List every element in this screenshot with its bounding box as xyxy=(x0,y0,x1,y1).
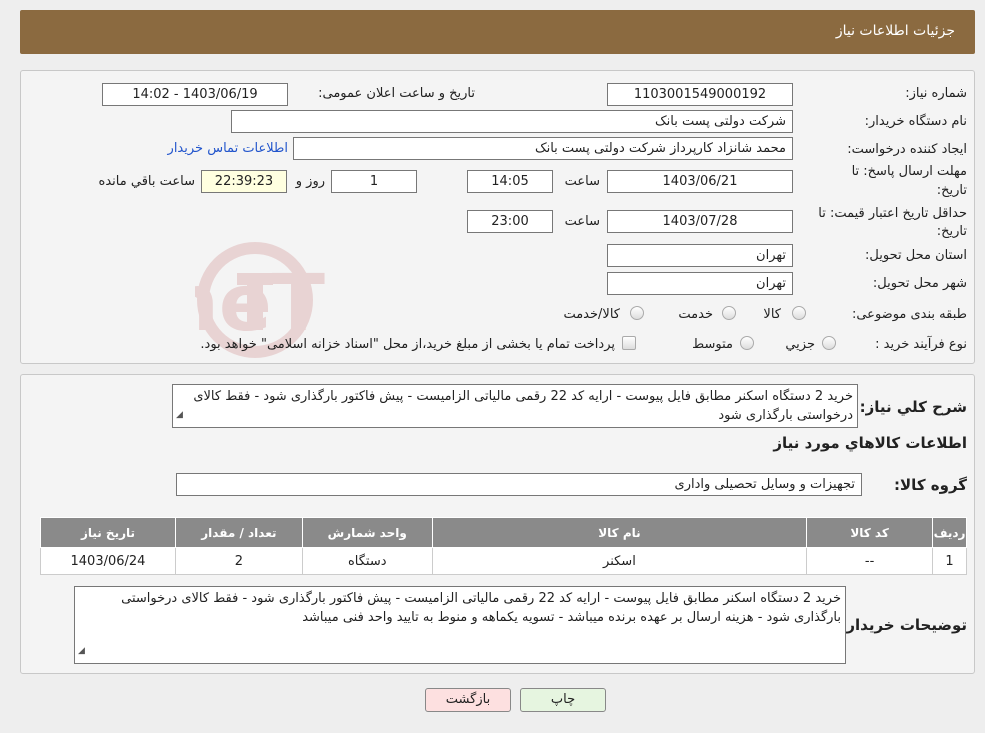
need-number-field: 1103001549000192 xyxy=(607,83,793,106)
announce-field: 1403/06/19 - 14:02 xyxy=(102,83,288,106)
category-service-radio[interactable] xyxy=(722,306,736,320)
goods-table-header: رديف کد کالا نام کالا واحد شمارش تعداد /… xyxy=(40,517,967,548)
province-field: تهران xyxy=(607,244,793,267)
process-minor-radio[interactable] xyxy=(822,336,836,350)
cell-date: 1403/06/24 xyxy=(40,547,176,575)
col-header-unit: واحد شمارش xyxy=(301,517,433,548)
cell-name: اسکنر xyxy=(431,547,808,575)
deadline-time-label: ساعت xyxy=(564,174,600,189)
page-header: جزئیات اطلاعات نیاز xyxy=(20,10,975,54)
cell-qty: 2 xyxy=(174,547,303,575)
category-label: طبقه بندی موضوعی: xyxy=(851,307,967,322)
city-field: تهران xyxy=(607,272,793,295)
buyer-org-field: شرکت دولتی پست بانک xyxy=(231,110,793,133)
deadline-label-date: تاریخ: xyxy=(936,183,967,198)
validity-time-label: ساعت xyxy=(564,214,600,229)
process-minor-label: جزیي xyxy=(785,337,815,352)
col-header-name: نام کالا xyxy=(431,517,808,548)
buyer-org-label: نام دستگاه خریدار: xyxy=(864,114,967,129)
watermark-text: AriaTender.neT xyxy=(195,259,325,349)
remaining-time-field: 22:39:23 xyxy=(201,170,287,193)
goods-group-label: گروه كالا: xyxy=(894,476,967,494)
goods-table: رديف کد کالا نام کالا واحد شمارش تعداد /… xyxy=(40,517,967,575)
buyer-notes-text: خرید 2 دستگاه اسکنر مطابق فایل پیوست - ا… xyxy=(121,591,841,625)
resize-grip-icon[interactable]: ◢ xyxy=(176,406,183,425)
summary-textarea[interactable]: خرید 2 دستگاه اسکنر مطابق فایل پیوست - ا… xyxy=(172,384,858,428)
deadline-date-field: 1403/06/21 xyxy=(607,170,793,193)
process-medium-radio[interactable] xyxy=(740,336,754,350)
remaining-label: ساعت باقي مانده xyxy=(98,174,195,189)
category-goods-service-label: کالا/خدمت xyxy=(563,307,620,322)
summary-label: شرح كلي نياز: xyxy=(859,398,967,416)
table-row: 1 -- اسکنر دستگاه 2 1403/06/24 xyxy=(40,547,967,575)
deadline-time-field: 14:05 xyxy=(467,170,553,193)
category-service-label: خدمت xyxy=(678,307,713,322)
creator-field: محمد شانزاد کارپرداز شرکت دولتی پست بانک xyxy=(293,137,793,160)
process-label: نوع فرآیند خرید : xyxy=(875,337,967,352)
days-field: 1 xyxy=(331,170,417,193)
deadline-label: مهلت ارسال پاسخ: تا xyxy=(851,164,967,179)
contact-buyer-link[interactable]: اطلاعات تماس خریدار xyxy=(168,141,288,156)
process-note: پرداخت تمام یا بخشی از مبلغ خرید،از محل … xyxy=(200,337,615,352)
process-medium-label: متوسط xyxy=(692,337,733,352)
goods-info-title: اطلاعات كالاهاي مورد نياز xyxy=(773,434,967,452)
announce-label: تاریخ و ساعت اعلان عمومی: xyxy=(318,86,475,101)
province-label: استان محل تحویل: xyxy=(865,248,967,263)
validity-label-date: تاریخ: xyxy=(936,224,967,239)
days-label: روز و xyxy=(295,174,325,189)
treasury-checkbox[interactable] xyxy=(622,336,636,350)
summary-text: خرید 2 دستگاه اسکنر مطابق فایل پیوست - ا… xyxy=(193,389,853,423)
buyer-notes-textarea[interactable]: خرید 2 دستگاه اسکنر مطابق فایل پیوست - ا… xyxy=(74,586,846,664)
page-title: جزئیات اطلاعات نیاز xyxy=(835,23,955,39)
col-header-code: کد کالا xyxy=(806,517,934,548)
city-label: شهر محل تحویل: xyxy=(872,276,967,291)
col-header-qty: تعداد / مقدار xyxy=(174,517,303,548)
cell-unit: دستگاه xyxy=(301,547,433,575)
resize-grip-icon[interactable]: ◢ xyxy=(78,642,85,661)
print-button[interactable]: چاپ xyxy=(520,688,606,712)
goods-group-field: تجهیزات و وسایل تحصیلی واداری xyxy=(176,473,862,496)
category-goods-radio[interactable] xyxy=(792,306,806,320)
cell-code: -- xyxy=(806,547,934,575)
col-header-row: رديف xyxy=(932,517,967,548)
back-button[interactable]: بازگشت xyxy=(425,688,511,712)
validity-time-field: 23:00 xyxy=(467,210,553,233)
cell-row: 1 xyxy=(932,547,967,575)
creator-label: ایجاد کننده درخواست: xyxy=(847,142,967,157)
buyer-notes-label: توضیحات خریدار: xyxy=(840,616,967,634)
need-number-label: شماره نیاز: xyxy=(905,86,967,101)
col-header-date: تاریخ نیاز xyxy=(40,517,176,548)
category-goods-label: کالا xyxy=(763,307,781,322)
category-goods-service-radio[interactable] xyxy=(630,306,644,320)
goods-table-wrap: رديف کد کالا نام کالا واحد شمارش تعداد /… xyxy=(40,517,967,575)
validity-label: حداقل تاریخ اعتبار قیمت: تا xyxy=(818,206,967,221)
validity-date-field: 1403/07/28 xyxy=(607,210,793,233)
